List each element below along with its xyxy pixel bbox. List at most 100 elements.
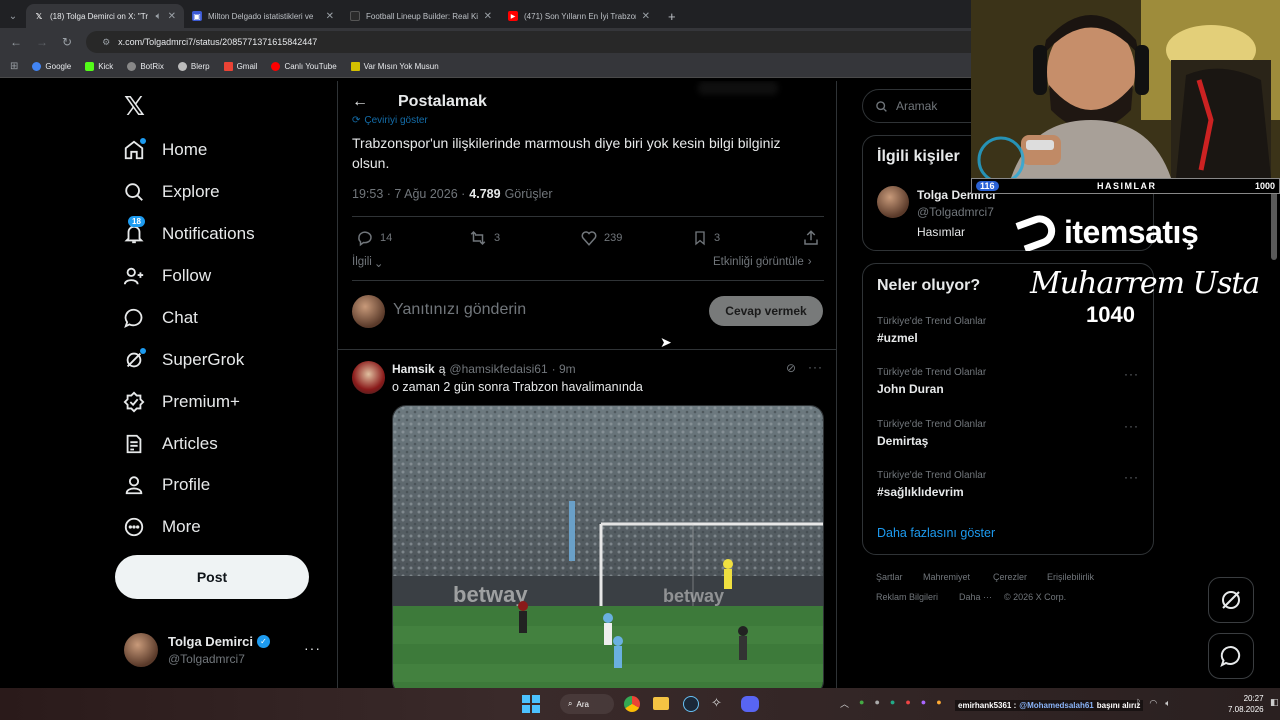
show-more-link[interactable]: Daha fazlasını göster (877, 526, 995, 540)
tray-app-icon[interactable]: ● (874, 697, 879, 710)
bookmark-label: BotRix (140, 62, 164, 71)
tray-app-icon[interactable]: ● (921, 697, 926, 710)
account-handle: @Tolgadmrci7 (168, 652, 245, 666)
bookmark-blerp[interactable]: Blerp (177, 62, 210, 71)
tray-status[interactable]: ᛒ ◠ 🔈︎ (1136, 698, 1171, 709)
nav-profile[interactable]: Profile (122, 473, 210, 497)
footer-link[interactable]: Daha ··· (959, 592, 992, 602)
tray-chevron-icon[interactable]: ︿ (840, 697, 849, 710)
bookmark-google[interactable]: Google (32, 62, 71, 71)
nav-more[interactable]: More (122, 515, 201, 539)
nav-explore[interactable]: Explore (122, 180, 220, 204)
steam-icon[interactable] (683, 696, 699, 712)
lineup-icon (350, 11, 360, 21)
account-switcher[interactable]: Tolga Demirci ✓ @Tolgadmrci7 ··· (122, 630, 322, 674)
bookmark-gmail[interactable]: Gmail (223, 62, 257, 71)
reply-time: · 9m (551, 362, 576, 376)
browser-tab-3[interactable]: Football Lineup Builder: Real Ki ✕ (342, 4, 500, 28)
trend-category: Türkiye'de Trend Olanlar (877, 419, 987, 430)
account-more-icon[interactable]: ··· (304, 640, 321, 656)
trend-more-icon[interactable]: ··· (1124, 470, 1139, 484)
tray-app-icon[interactable]: ● (936, 697, 941, 710)
close-tab-icon[interactable]: ✕ (168, 11, 176, 22)
tray-app-icon[interactable]: ● (905, 697, 910, 710)
retweet-action[interactable]: 3 (468, 229, 500, 247)
new-tab-button[interactable]: + (658, 4, 676, 28)
bookmark-kick[interactable]: Kick (85, 62, 113, 71)
browser-tab-1[interactable]: 𝕏 (18) Tolga Demirci on X: "Tr 🔈︎ ✕ (26, 4, 184, 28)
search-icon (876, 100, 887, 112)
tab-search-icon[interactable]: ⌄ (0, 4, 26, 28)
kick-icon (85, 62, 95, 71)
trend-more-icon[interactable]: ··· (1124, 419, 1139, 433)
nav-home[interactable]: Home (122, 138, 207, 162)
wifi-icon: ◠ (1149, 698, 1158, 708)
tray-app-icon[interactable]: ● (859, 697, 864, 710)
footer-link[interactable]: Mahremiyet (923, 572, 970, 582)
reload-icon[interactable]: ↻ (62, 35, 72, 49)
bookmark-botrix[interactable]: BotRix (127, 62, 164, 71)
x-logo-icon[interactable]: 𝕏 (124, 91, 145, 122)
view-activity-link[interactable]: Etkinliği görüntüle › (713, 256, 812, 268)
nav-label: Home (162, 140, 208, 159)
file-explorer-icon[interactable] (653, 697, 669, 710)
grok-icon[interactable]: ⊘ (786, 361, 796, 375)
messages-floating-button[interactable] (1208, 633, 1254, 679)
trend-more-icon[interactable]: ··· (1124, 367, 1139, 381)
main-column: ← Postalamak ⟳ Çeviriyi göster Trabzonspo… (337, 81, 837, 688)
footer-link[interactable]: Erişilebilirlik (1047, 572, 1094, 582)
avatar[interactable] (877, 186, 909, 218)
translate-link[interactable]: ⟳ Çeviriyi göster (352, 115, 428, 126)
reply-input[interactable]: Yanıtınızı gönderin (393, 301, 526, 319)
bookmark-var-misin[interactable]: Var Mısın Yok Musun (350, 62, 439, 71)
reply-author-name[interactable]: Hamsik (392, 362, 435, 376)
tweet-more-icon[interactable]: ··· (808, 360, 823, 374)
reply-action[interactable]: 14 (356, 229, 392, 247)
trend-item[interactable]: Türkiye'de Trend Olanlar John Duran (877, 367, 1141, 396)
browser-tab-4[interactable]: ▶ (471) Son Yılların En İyi Trabzon ✕ (500, 4, 658, 28)
video-player[interactable]: betway betway (392, 405, 824, 688)
start-button[interactable] (522, 695, 540, 713)
nav-supergrok[interactable]: SuperGrok (122, 348, 244, 372)
grok-floating-button[interactable] (1208, 577, 1254, 623)
nav-label: Follow (162, 266, 212, 285)
footer-link[interactable]: Reklam Bilgileri (876, 592, 938, 602)
close-tab-icon[interactable]: ✕ (484, 11, 492, 22)
site-info-icon[interactable]: ⚙ (102, 37, 110, 48)
forward-arrow-icon[interactable]: → (36, 35, 48, 49)
relevant-filter[interactable]: İlgili ⌄ (352, 256, 383, 270)
url-input[interactable]: ⚙ x.com/Tolgadmrci7/status/2085771371615… (86, 31, 987, 53)
nav-notifications[interactable]: 18 Notifications (122, 216, 255, 246)
bookmark-youtube[interactable]: Canlı YouTube (271, 62, 337, 71)
trend-name: #uzmel (877, 331, 918, 345)
nav-premium[interactable]: Premium+ (122, 390, 240, 414)
nav-articles[interactable]: Articles (122, 432, 218, 456)
share-action[interactable] (802, 229, 820, 252)
nav-chat[interactable]: Chat (122, 306, 198, 330)
reply-submit-button[interactable]: Cevap vermek (709, 296, 823, 326)
back-arrow-icon[interactable]: ← (10, 35, 22, 49)
chrome-icon[interactable] (624, 696, 640, 712)
close-tab-icon[interactable]: ✕ (326, 11, 334, 22)
apps-grid-icon[interactable]: ⊞ (10, 61, 18, 72)
discord-icon[interactable] (741, 696, 759, 712)
trend-item[interactable]: Türkiye'de Trend Olanlar Demirtaş (877, 419, 1141, 448)
notification-center-icon[interactable]: ◧ (1270, 697, 1279, 708)
back-arrow-icon[interactable]: ← (352, 93, 368, 111)
trend-item[interactable]: Türkiye'de Trend Olanlar #sağlıklıdevrim (877, 470, 1141, 499)
grok-icon (1222, 591, 1240, 609)
bookmark-icon (695, 231, 705, 246)
reply-author-handle[interactable]: @hamsikfedaisi61 (449, 362, 547, 376)
footer-link[interactable]: Şartlar (876, 572, 903, 582)
app-icon[interactable]: ✧ (711, 695, 722, 711)
taskbar-search[interactable]: ⌕ Ara (560, 694, 614, 714)
tray-app-icon[interactable]: ● (890, 697, 895, 710)
clock[interactable]: 20:27 7.08.2026 (1228, 693, 1264, 715)
browser-tab-2[interactable]: ▣ Milton Delgado istatistikleri ve ✕ (184, 4, 342, 28)
close-tab-icon[interactable]: ✕ (642, 11, 650, 22)
bookmark-action[interactable]: 3 (692, 229, 720, 247)
post-button[interactable]: Post (115, 555, 309, 599)
like-action[interactable]: 239 (580, 229, 622, 247)
nav-follow[interactable]: Follow (122, 264, 211, 288)
footer-link[interactable]: Çerezler (993, 572, 1027, 582)
